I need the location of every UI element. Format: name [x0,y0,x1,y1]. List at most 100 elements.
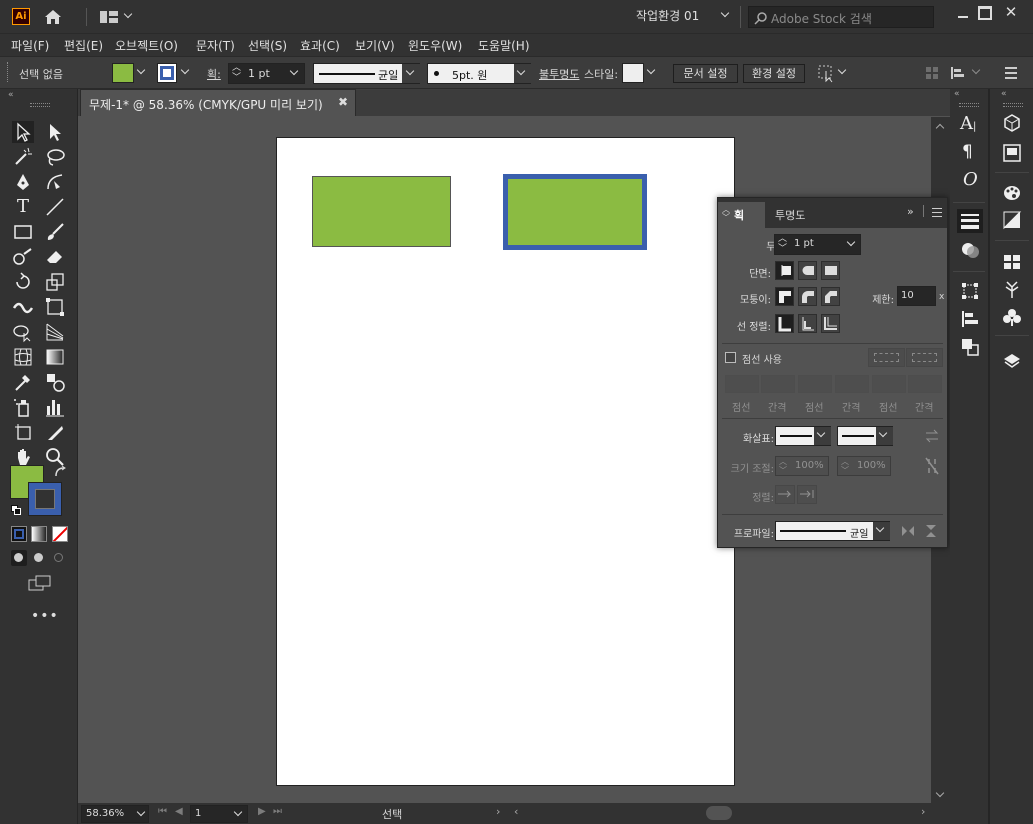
zoom-level-field[interactable]: 58.36% [81,805,149,823]
chevron-down-icon[interactable] [289,66,299,76]
menu-view[interactable]: 보기(V) [355,37,395,54]
fill-swatch[interactable] [112,63,134,83]
stroke-swatch[interactable] [157,63,177,83]
rotate-tool-icon[interactable] [12,271,34,293]
gradient-mode-button[interactable] [31,526,47,542]
collapse-panel-icon[interactable]: » [907,205,914,218]
horizontal-scrollbar-thumb[interactable] [706,806,732,820]
transform-icon[interactable] [816,63,836,83]
miter-limit-input[interactable]: 10 [897,286,936,306]
paragraph-panel-icon[interactable]: ¶ [962,142,982,162]
artboard-tool-icon[interactable] [12,421,34,443]
brush-definition[interactable]: 5pt. 원 [427,63,531,84]
gap-field-2[interactable] [835,375,869,393]
tab-transparency[interactable]: 투명도 [775,207,805,223]
maximize-button[interactable] [978,6,992,20]
column-graph-tool-icon[interactable] [44,396,66,418]
chevron-down-icon[interactable] [646,65,656,75]
symbols-panel-icon[interactable] [1002,307,1022,327]
status-menu-arrow[interactable]: › [496,805,500,818]
home-icon[interactable] [44,9,62,25]
swatches-panel-icon[interactable] [1002,252,1022,272]
last-artboard-icon[interactable]: ⏭ [273,806,282,817]
selection-tool-icon[interactable] [12,121,34,143]
draw-normal-icon[interactable] [11,550,27,566]
dash-field-1[interactable] [725,375,759,393]
dash-field-2[interactable] [798,375,832,393]
round-join-button[interactable] [798,287,817,306]
align-icon[interactable] [925,66,939,80]
menu-edit[interactable]: 편집(E) [64,37,103,54]
menu-type[interactable]: 문자(T) [196,37,235,54]
previous-artboard-icon[interactable]: ◀ [175,806,183,817]
draw-behind-icon[interactable] [31,550,47,566]
profile-select[interactable]: 균일 [775,521,890,541]
transparency-panel-icon[interactable] [960,239,982,261]
arrow-tip-beyond-button[interactable] [775,485,795,504]
screen-mode-icon[interactable] [28,575,52,593]
menu-effect[interactable]: 효과(C) [300,37,340,54]
collapse-dock-icon[interactable]: « [954,89,960,99]
flip-across-icon[interactable] [924,524,938,538]
align-dashes-button[interactable] [906,348,943,367]
layers-panel-icon[interactable] [1002,351,1022,371]
pen-tool-icon[interactable] [12,171,34,193]
stroke-weight-input[interactable]: ︿ ﹀ 1 pt [228,63,305,84]
close-button[interactable]: ✕ [1003,4,1019,20]
gap-field-3[interactable] [908,375,942,393]
scroll-right-arrow[interactable]: › [921,805,925,818]
color-guide-panel-icon[interactable] [1002,210,1022,230]
projecting-cap-button[interactable] [821,261,840,280]
rectangle-shape[interactable] [312,176,451,247]
document-setup-button[interactable]: 문서 설정 [673,64,738,83]
line-tool-icon[interactable] [44,196,66,218]
align-inside-button[interactable] [798,314,817,333]
free-transform-tool-icon[interactable] [44,296,66,318]
collapse-dock-icon-2[interactable]: « [1001,89,1007,99]
selected-rectangle-shape[interactable] [503,174,647,250]
stock-search-input[interactable]: Adobe Stock 검색 [748,6,934,28]
direct-selection-tool-icon[interactable] [44,121,66,143]
workspace-switcher[interactable]: 작업환경 01 [636,7,740,27]
draw-inside-icon[interactable] [51,550,67,566]
chevron-down-icon[interactable] [123,9,133,19]
align-panel-icon[interactable] [960,309,980,329]
blend-tool-icon[interactable] [44,371,66,393]
align-outside-button[interactable] [821,314,840,333]
chevron-down-icon[interactable] [136,65,146,75]
character-panel-icon[interactable]: A| [960,113,980,134]
tab-stroke[interactable]: 획 [734,207,744,223]
tab-toggle-icon[interactable]: ︿ ﹀ [722,206,730,222]
stroke-label[interactable]: 획: [207,66,221,82]
miter-join-button[interactable] [775,287,794,306]
next-artboard-icon[interactable]: ▶ [258,806,266,817]
menu-window[interactable]: 윈도우(W) [408,37,462,54]
chevron-down-icon[interactable] [180,65,190,75]
paintbrush-tool-icon[interactable] [44,221,66,243]
artboard-number-field[interactable]: 1 [190,805,248,823]
weight-input[interactable]: ︿ ﹀ 1 pt [774,234,861,255]
end-arrowhead-select[interactable] [837,426,893,446]
opentype-panel-icon[interactable]: O [963,169,983,190]
gradient-tool-icon[interactable] [44,346,66,368]
shaper-tool-icon[interactable] [12,246,34,268]
bevel-join-button[interactable] [821,287,840,306]
dash-field-3[interactable] [872,375,906,393]
perspective-grid-tool-icon[interactable] [44,321,66,343]
mesh-tool-icon[interactable] [12,346,34,368]
shape-builder-tool-icon[interactable] [12,321,34,343]
eraser-tool-icon[interactable] [44,246,66,268]
swap-fill-stroke-icon[interactable] [53,465,67,479]
close-tab-icon[interactable]: ✖ [338,95,348,109]
preserve-dashes-button[interactable] [868,348,905,367]
artboard[interactable] [276,137,735,786]
align-center-button[interactable] [775,314,794,333]
round-cap-button[interactable] [798,261,817,280]
chevron-down-icon[interactable] [136,807,146,817]
control-menu-icon[interactable] [1005,67,1017,79]
document-tab[interactable]: 무제-1* @ 58.36% (CMYK/GPU 미리 보기) ✖ [80,89,356,116]
lasso-tool-icon[interactable] [44,146,66,168]
brushes-panel-icon[interactable] [1002,279,1022,299]
properties-panel-icon[interactable] [1002,143,1022,163]
type-tool-icon[interactable]: T [12,196,34,218]
